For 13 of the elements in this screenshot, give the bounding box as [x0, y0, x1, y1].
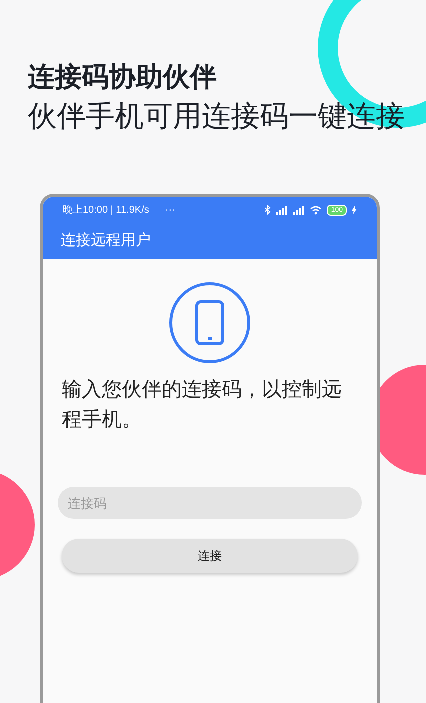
wifi-icon [310, 206, 322, 214]
instruction-text: 输入您伙伴的连接码，以控制远程手机。 [61, 378, 343, 433]
charging-icon [352, 206, 357, 214]
signal-icon [276, 206, 288, 214]
headline: 连接码协助伙伴 [28, 61, 217, 94]
phone-icon [168, 281, 252, 365]
signal-icon [293, 206, 306, 214]
connect-button[interactable]: 连接 [62, 539, 358, 573]
app-bar-title: 连接远程用户 [61, 230, 151, 251]
status-time: 晚上10:00 | 11.9K/s [63, 204, 150, 218]
code-input[interactable]: 连接码 [58, 487, 362, 519]
bluetooth-icon [265, 205, 272, 215]
status-dots: ··· [165, 204, 176, 218]
